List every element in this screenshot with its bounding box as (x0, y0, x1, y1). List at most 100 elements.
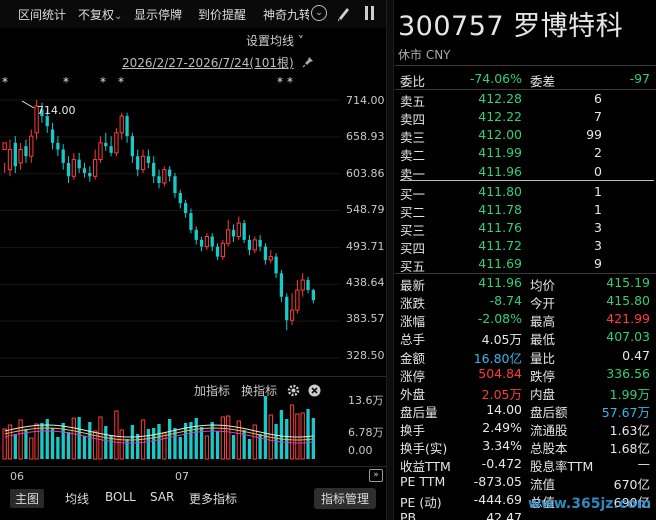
price-tick: 548.79 (346, 203, 385, 217)
candle (210, 233, 214, 252)
volume-bar (167, 419, 172, 459)
volume-bar (215, 431, 220, 459)
bid-row[interactable]: 买一 411.80 1 (400, 183, 654, 202)
candle (178, 189, 182, 209)
spread-line (400, 179, 654, 181)
signal-star: * (100, 75, 106, 89)
max-pointer (21, 100, 35, 109)
date-range-label: 2026/2/27-2026/7/24(101根) (122, 56, 294, 70)
ask-row[interactable]: 卖三 412.00 99 (400, 126, 654, 145)
tab-boll[interactable]: BOLL (105, 490, 136, 504)
tab-ma[interactable]: 均线 (65, 490, 89, 507)
candle (88, 166, 92, 182)
stat-label: PE TTM (400, 474, 446, 490)
show-suspended-button[interactable]: 显示停牌 (134, 6, 182, 23)
scroll-right-icon[interactable]: » (369, 469, 383, 482)
price-tick: 714.00 (346, 94, 385, 107)
candle (77, 152, 81, 173)
candle (136, 149, 140, 177)
ask-row[interactable]: 卖四 412.22 7 (400, 108, 654, 127)
candle (279, 269, 284, 303)
volume-bar (125, 439, 129, 459)
divider (0, 376, 386, 377)
bid-price: 411.69 (478, 256, 522, 271)
stat-value: 411.96 (478, 275, 522, 291)
stat-value: -2.08% (477, 311, 522, 327)
stat-value: 42.47 (486, 510, 522, 520)
draw-pen-icon[interactable] (336, 5, 350, 25)
more-circle-icon[interactable]: ⌄ (311, 5, 327, 21)
tab-main-chart[interactable]: 主图 (10, 489, 45, 508)
chart-toolbar: 区间统计 不复权⌄ 显示停牌 到价提醒 神奇九转 ⌄ (0, 0, 386, 28)
bid-row[interactable]: 买三 411.76 3 (400, 219, 654, 238)
indicator-manage-button[interactable]: 指标管理 (314, 488, 377, 509)
adjust-dropdown[interactable]: 不复权⌄ (78, 6, 122, 23)
bid-row[interactable]: 买四 411.72 3 (400, 237, 654, 256)
stat-value: 2.49% (482, 419, 522, 435)
stat-row: 收益TTM -0.472 股息率TTM — (400, 455, 654, 474)
volume-bar (236, 420, 241, 460)
volume-bar (263, 396, 268, 459)
stat-label: PB (400, 510, 417, 520)
candle (167, 166, 172, 182)
indicator-tabs: 主图 均线 BOLL SAR 更多指标 指标管理 (0, 486, 386, 509)
volume-bar (152, 428, 156, 459)
volume-bar (178, 437, 182, 459)
signal-star: * (63, 75, 69, 89)
signal-star: * (277, 75, 283, 89)
magic-nine-button[interactable]: 神奇九转 (263, 6, 309, 23)
price-tick: 603.86 (346, 166, 385, 180)
stat-value: -8.74 (489, 293, 522, 309)
stat-row: 涨停 504.84 跌停 336.56 (400, 365, 654, 384)
ma-setting-dropdown[interactable]: 设置均线 ˅ (246, 30, 304, 49)
candle (173, 172, 177, 198)
stat-value: 504.84 (478, 365, 522, 381)
volume-bar (61, 423, 65, 459)
ask-price: 412.22 (478, 109, 522, 125)
candle (311, 288, 315, 304)
range-stats-button[interactable]: 区间统计 (18, 6, 66, 23)
volume-bar (162, 432, 167, 460)
candle (300, 273, 305, 297)
ask-row[interactable]: 卖五 412.28 6 (400, 90, 654, 109)
bid-row[interactable]: 买二 411.78 1 (400, 201, 654, 220)
ask-row[interactable]: 卖二 411.99 2 (400, 144, 654, 163)
panel-divider[interactable] (386, 0, 394, 520)
candle (274, 253, 278, 279)
candle (7, 139, 13, 177)
more-indicators-button[interactable]: 更多指标 (189, 490, 237, 507)
panel-toggle-icon[interactable] (364, 5, 376, 25)
candle (119, 112, 124, 140)
price-tick: 328.50 (346, 348, 385, 362)
signal-star: * (2, 75, 8, 89)
stat-row: 最新 411.96 均价 415.19 (400, 274, 654, 293)
stat-value: 415.80 (606, 293, 650, 309)
candle (183, 199, 188, 218)
stat-value: 421.99 (606, 311, 650, 327)
bid-volume: 9 (594, 256, 602, 271)
candle (263, 243, 268, 265)
ask-volume: 0 (594, 163, 602, 179)
volume-chart[interactable] (0, 395, 386, 467)
bid-row[interactable]: 买五 411.69 9 (400, 255, 654, 274)
candle (220, 239, 226, 260)
order-ratio-value: -74.06% (469, 71, 522, 86)
stat-row: PE TTM -873.05 流值 670亿 (400, 473, 654, 492)
stat-value: 3.34% (482, 438, 522, 453)
candle (98, 136, 103, 163)
volume-bar (71, 417, 76, 460)
stat-value: 407.03 (606, 329, 650, 345)
stat-row: 涨幅 -2.08% 最高 421.99 (400, 310, 654, 329)
candle (247, 235, 252, 256)
volume-bar (311, 418, 315, 459)
candle (109, 136, 113, 157)
price-alert-button[interactable]: 到价提醒 (198, 6, 246, 23)
tab-sar[interactable]: SAR (150, 490, 174, 504)
volume-bar (220, 416, 226, 460)
candle (289, 293, 295, 325)
stat-value: — (637, 456, 651, 472)
volume-bar (119, 429, 124, 460)
ask-row[interactable]: 卖一 411.96 0 (400, 163, 654, 182)
volume-bar (306, 409, 310, 459)
volume-bar (194, 418, 198, 459)
